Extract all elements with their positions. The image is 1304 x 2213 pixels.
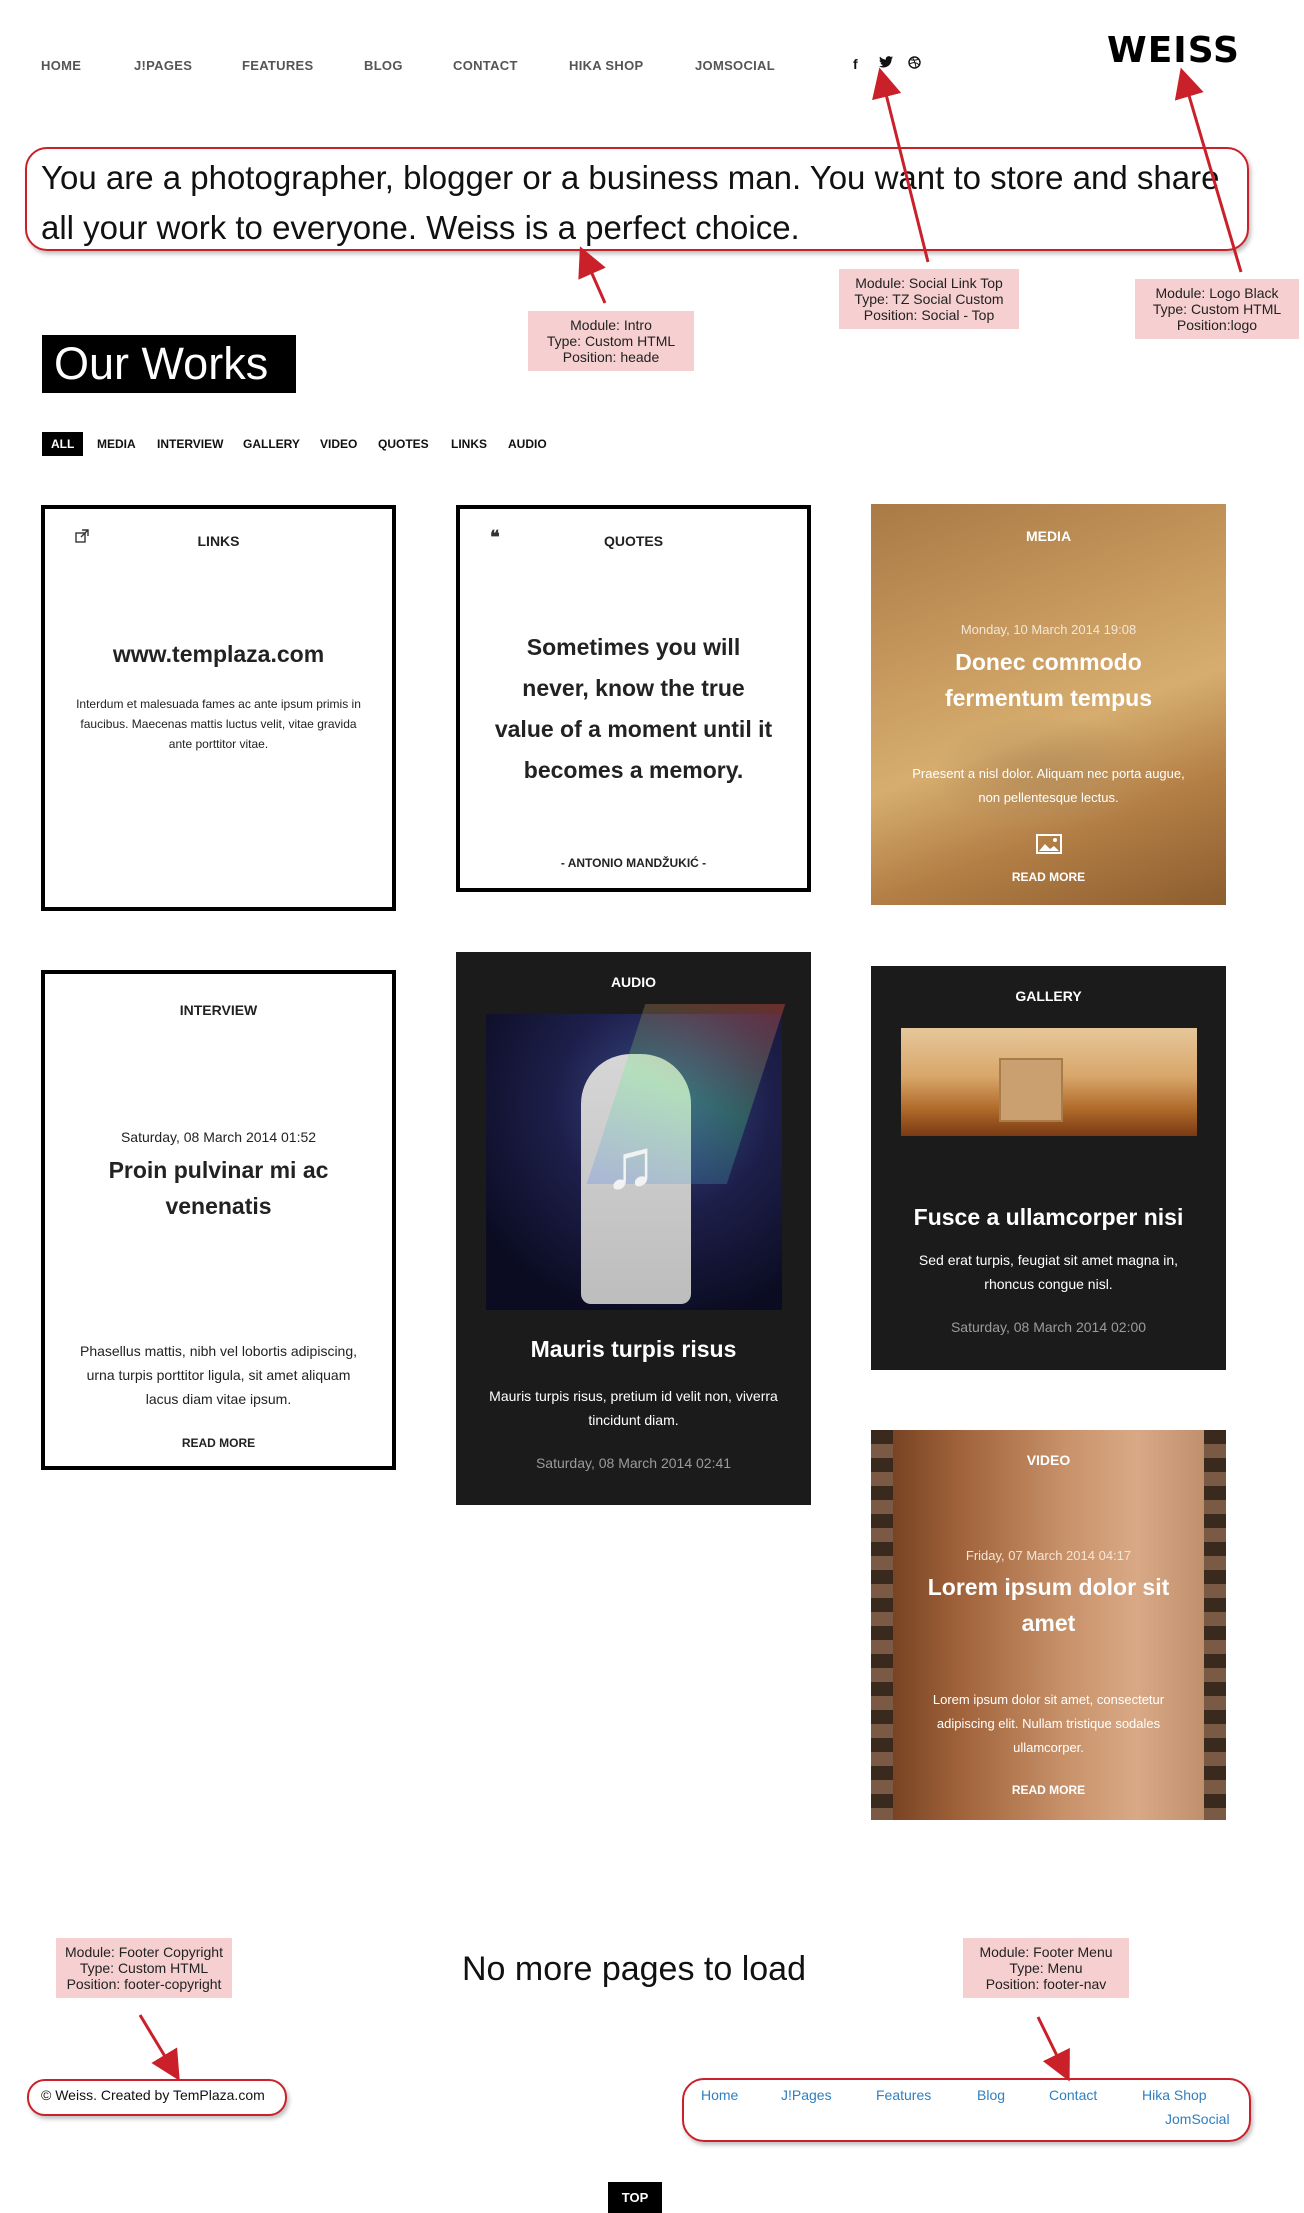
card-text: Interdum et malesuada fames ac ante ipsu… <box>76 697 361 751</box>
back-to-top-button[interactable]: TOP <box>608 2182 662 2213</box>
card-media[interactable]: MEDIA Monday, 10 March 2014 19:08 Donec … <box>871 504 1226 905</box>
footer-nav-home[interactable]: Home <box>701 2087 738 2103</box>
card-category: QUOTES <box>603 533 664 549</box>
card-text: Mauris turpis risus, pretium id velit no… <box>489 1388 778 1428</box>
card-title[interactable]: Proin pulvinar mi ac venenatis <box>45 1152 392 1224</box>
filter-all[interactable]: ALL <box>42 432 84 456</box>
footer-nav-blog[interactable]: Blog <box>977 2087 1005 2103</box>
read-more-link[interactable]: READ MORE <box>871 1783 1226 1797</box>
section-title: Our Works <box>42 335 296 393</box>
filter-video[interactable]: VIDEO <box>311 432 366 456</box>
footer-nav-contact[interactable]: Contact <box>1049 2087 1097 2103</box>
filter-audio[interactable]: AUDIO <box>499 432 556 456</box>
annotation-social: Module: Social Link Top Type: TZ Social C… <box>839 269 1019 329</box>
no-more-pages-message: No more pages to load <box>462 1950 806 1988</box>
filter-quotes[interactable]: QUOTES <box>369 432 438 456</box>
card-category: LINKS <box>197 533 240 549</box>
filter-media[interactable]: MEDIA <box>88 432 145 456</box>
footer-nav-features[interactable]: Features <box>876 2087 931 2103</box>
card-category: MEDIA <box>1025 528 1072 544</box>
quote-author: - ANTONIO MANDŽUKIĆ - <box>560 856 707 870</box>
gallery-image[interactable] <box>901 1028 1197 1136</box>
card-text: Praesent a nisl dolor. Aliquam nec porta… <box>912 766 1185 805</box>
card-quotes[interactable]: ❝ QUOTES Sometimes you will never, know … <box>456 505 811 892</box>
read-more-link[interactable]: READ MORE <box>871 870 1226 884</box>
filter-links[interactable]: LINKS <box>442 432 496 456</box>
card-date: Saturday, 08 March 2014 01:52 <box>120 1129 317 1145</box>
footer-nav-jomsocial[interactable]: JomSocial <box>1165 2111 1230 2127</box>
annotation-intro: Module: Intro Type: Custom HTML Position: … <box>528 311 694 371</box>
card-date: Monday, 10 March 2014 19:08 <box>960 622 1137 637</box>
card-date: Saturday, 08 March 2014 02:41 <box>535 1455 732 1471</box>
card-text: Phasellus mattis, nibh vel lobortis adip… <box>79 1343 358 1407</box>
footer-copyright: © Weiss. Created by TemPlaza.com <box>41 2087 265 2103</box>
quote-text: Sometimes you will never, know the true … <box>494 634 773 783</box>
card-audio[interactable]: AUDIO ♫ Mauris turpis risus Mauris turpi… <box>456 952 811 1505</box>
card-title[interactable]: Fusce a ullamcorper nisi <box>871 1204 1226 1231</box>
card-text: Lorem ipsum dolor sit amet, consectetur … <box>932 1692 1165 1755</box>
card-text: Sed erat turpis, feugiat sit amet magna … <box>918 1252 1179 1292</box>
image-icon <box>1036 834 1062 859</box>
filter-interview[interactable]: INTERVIEW <box>148 432 232 456</box>
annotation-logo: Module: Logo Black Type: Custom HTML Posit… <box>1135 279 1299 339</box>
audio-cover-image: ♫ <box>486 1004 786 1310</box>
card-title[interactable]: Mauris turpis risus <box>456 1336 811 1363</box>
footer-nav-jpages[interactable]: J!Pages <box>781 2087 832 2103</box>
filter-gallery[interactable]: GALLERY <box>234 432 309 456</box>
card-gallery[interactable]: GALLERY Fusce a ullamcorper nisi Sed era… <box>871 966 1226 1370</box>
music-note-icon: ♫ <box>604 1125 657 1203</box>
card-video[interactable]: VIDEO Friday, 07 March 2014 04:17 Lorem … <box>871 1430 1226 1820</box>
card-category: VIDEO <box>1026 1452 1071 1468</box>
footer-nav-hika-shop[interactable]: Hika Shop <box>1142 2087 1207 2103</box>
robot-figure <box>999 1058 1063 1122</box>
card-title[interactable]: Lorem ipsum dolor sit amet <box>871 1569 1226 1641</box>
card-category: GALLERY <box>1015 988 1082 1004</box>
card-category: INTERVIEW <box>179 1002 258 1018</box>
card-title[interactable]: Donec commodo fermentum tempus <box>871 644 1226 716</box>
card-category: AUDIO <box>610 974 657 990</box>
card-links[interactable]: LINKS www.templaza.com Interdum et males… <box>41 505 396 911</box>
card-date: Saturday, 08 March 2014 02:00 <box>950 1319 1147 1335</box>
card-link-url[interactable]: www.templaza.com <box>45 641 392 668</box>
card-date: Friday, 07 March 2014 04:17 <box>965 1548 1132 1563</box>
read-more-link[interactable]: READ MORE <box>45 1436 392 1450</box>
card-interview[interactable]: INTERVIEW Saturday, 08 March 2014 01:52 … <box>41 970 396 1470</box>
